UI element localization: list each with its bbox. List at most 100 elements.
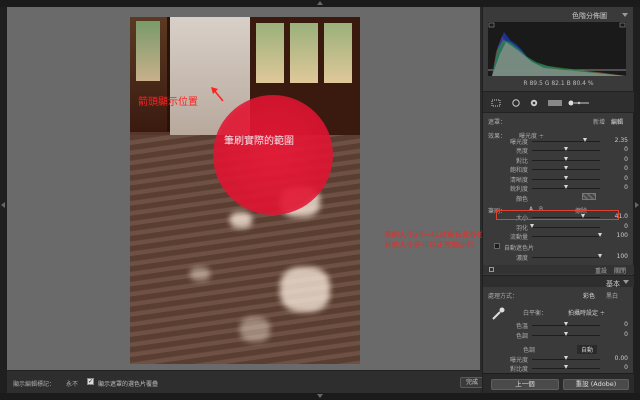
panel-footer: 上一個 重設 (Adobe) xyxy=(483,373,634,393)
collapse-basic-icon xyxy=(623,280,629,284)
size-highlight-box xyxy=(496,210,619,220)
brush-feather-handle[interactable] xyxy=(529,223,534,228)
brush-density-handle[interactable] xyxy=(597,254,602,258)
tint-slider[interactable]: 色調 0 xyxy=(488,331,628,340)
effect-clarity-handle[interactable] xyxy=(563,175,568,180)
effect-brightness-slider[interactable]: 亮度 0 xyxy=(488,146,628,155)
mask-new-button[interactable]: 新增 xyxy=(593,117,605,126)
effect-contrast-label: 對比 xyxy=(515,157,528,165)
color-label: 顏色 xyxy=(515,196,528,203)
previous-button[interactable]: 上一個 xyxy=(491,379,559,390)
temperature-value[interactable]: 0 xyxy=(624,321,628,328)
done-button[interactable]: 完成 xyxy=(460,377,484,388)
brush-flow-slider[interactable]: 流動量 100 xyxy=(488,232,628,241)
filmstrip-toggle[interactable] xyxy=(0,393,640,400)
basic-panel-header[interactable]: 基本 xyxy=(483,275,634,288)
temperature-handle[interactable] xyxy=(563,322,568,326)
mask-label: 遮罩： xyxy=(488,119,507,126)
tone-exposure-value[interactable]: 0.00 xyxy=(615,355,628,362)
brush-flow-label: 流動量 xyxy=(509,234,528,241)
effect-exposure-value[interactable]: 2.35 xyxy=(615,137,628,144)
close-tool-button[interactable]: 關閉 xyxy=(614,266,626,275)
collapse-up-icon xyxy=(317,1,323,5)
brush-density-slider[interactable]: 濃度 100 xyxy=(488,253,628,262)
basic-title: 基本 xyxy=(606,280,620,288)
effect-saturation-label: 飽和度 xyxy=(509,167,528,175)
tone-contrast-slider[interactable]: 對比度 0 xyxy=(488,364,628,373)
effect-sharpness-handle[interactable] xyxy=(563,185,568,189)
brush-density-label: 濃度 xyxy=(515,255,528,262)
effect-contrast-slider[interactable]: 對比 0 xyxy=(488,156,628,165)
temperature-slider[interactable]: 色溫 0 xyxy=(488,321,628,330)
tone-contrast-handle[interactable] xyxy=(563,365,568,369)
effect-exposure-slider[interactable]: 曝光度 2.35 xyxy=(488,137,628,146)
collapse-down-icon xyxy=(317,394,323,398)
effect-sharpness-value[interactable]: 0 xyxy=(624,184,628,191)
tone-contrast-label: 對比度 xyxy=(509,366,528,373)
reset-tool-button[interactable]: 重設 xyxy=(595,266,607,275)
right-develop-panel: 色階分佈圖 R 89.5 G 82.1 B 80.4 % 遮罩： 新增 編輯 效… xyxy=(482,7,634,393)
brush-feather-track[interactable] xyxy=(532,226,600,228)
effect-exposure-track[interactable] xyxy=(532,141,600,142)
effect-brightness-value[interactable]: 0 xyxy=(624,146,628,153)
tone-exposure-slider[interactable]: 曝光度 0.00 xyxy=(488,355,628,364)
rgb-readout: R 89.5 G 82.1 B 80.4 % xyxy=(523,80,594,87)
expand-right-icon xyxy=(635,202,639,208)
spot-removal-icon[interactable] xyxy=(511,99,521,107)
auto-mask-label: 自動遮色片 xyxy=(504,245,535,252)
treatment-color-button[interactable]: 彩色 xyxy=(583,291,595,300)
temperature-label: 色溫 xyxy=(515,323,528,330)
brush-density-track[interactable] xyxy=(532,257,600,258)
top-panel-toggle[interactable] xyxy=(0,0,640,7)
expand-left-icon xyxy=(1,202,5,208)
tone-exposure-handle[interactable] xyxy=(563,356,568,360)
effect-saturation-value[interactable]: 0 xyxy=(624,165,628,172)
effect-sharpness-label: 銳利度 xyxy=(509,186,528,193)
brush-density-value[interactable]: 100 xyxy=(617,253,628,260)
show-mask-overlay-checkbox[interactable]: ✓ xyxy=(87,378,94,385)
white-balance-eyedropper-icon[interactable] xyxy=(490,306,506,322)
tint-handle[interactable] xyxy=(563,332,568,336)
tone-contrast-value[interactable]: 0 xyxy=(624,364,628,371)
color-swatch[interactable] xyxy=(582,193,596,200)
effect-saturation-handle[interactable] xyxy=(563,166,568,171)
effect-contrast-handle[interactable] xyxy=(563,156,568,161)
tool-strip xyxy=(483,91,634,113)
effect-contrast-value[interactable]: 0 xyxy=(624,156,628,163)
overlay-mode-label: 顯示編輯標記： xyxy=(13,381,56,388)
mask-toggle-switch[interactable] xyxy=(489,267,494,272)
collapse-histogram-icon[interactable] xyxy=(622,13,628,17)
graduated-filter-icon[interactable] xyxy=(547,99,563,107)
tone-label: 色調 xyxy=(523,347,536,354)
bottom-toolbar: 顯示編輯標記： 永不 ✓ 顯示遮罩的選色片覆疊 完成 xyxy=(7,370,484,393)
brush-flow-track[interactable] xyxy=(532,236,600,237)
overlay-mode-select[interactable]: 永不 xyxy=(66,379,78,388)
brush-feather-slider[interactable]: 羽化 0 xyxy=(488,223,628,232)
tint-label: 色調 xyxy=(515,333,528,340)
effect-clarity-value[interactable]: 0 xyxy=(624,175,628,182)
white-balance-select[interactable]: 拍攝時設定 ÷ xyxy=(568,308,605,317)
tone-auto-button[interactable]: 自動 xyxy=(577,345,598,354)
effect-saturation-slider[interactable]: 飽和度 0 xyxy=(488,165,628,174)
brush-flow-handle[interactable] xyxy=(597,233,602,237)
treatment-bw-button[interactable]: 黑白 xyxy=(606,291,618,300)
right-panel-toggle[interactable] xyxy=(633,7,640,393)
effect-brightness-handle[interactable] xyxy=(563,147,568,152)
brush-overlay-circle xyxy=(213,95,333,215)
tool-footer: 重設 關閉 xyxy=(483,265,634,275)
tint-value[interactable]: 0 xyxy=(624,331,628,338)
red-eye-icon[interactable] xyxy=(529,99,539,107)
brush-flow-value[interactable]: 100 xyxy=(617,232,628,239)
effect-sharpness-slider[interactable]: 銳利度 0 xyxy=(488,184,628,193)
brush-feather-value[interactable]: 0 xyxy=(624,223,628,230)
white-balance-label: 白平衡： xyxy=(523,310,548,317)
auto-mask-checkbox[interactable] xyxy=(494,243,500,249)
adjustment-brush-icon[interactable] xyxy=(567,99,591,107)
crop-tool-icon[interactable] xyxy=(491,99,501,107)
mask-edit-button[interactable]: 編輯 xyxy=(611,117,623,126)
left-panel-toggle[interactable] xyxy=(0,7,7,393)
brush-range-label: 筆刷實際的範圍 xyxy=(224,136,294,147)
effect-exposure-handle[interactable] xyxy=(582,138,587,142)
reset-adobe-button[interactable]: 重設 (Adobe) xyxy=(563,379,629,390)
effect-clarity-slider[interactable]: 清晰度 0 xyxy=(488,175,628,184)
